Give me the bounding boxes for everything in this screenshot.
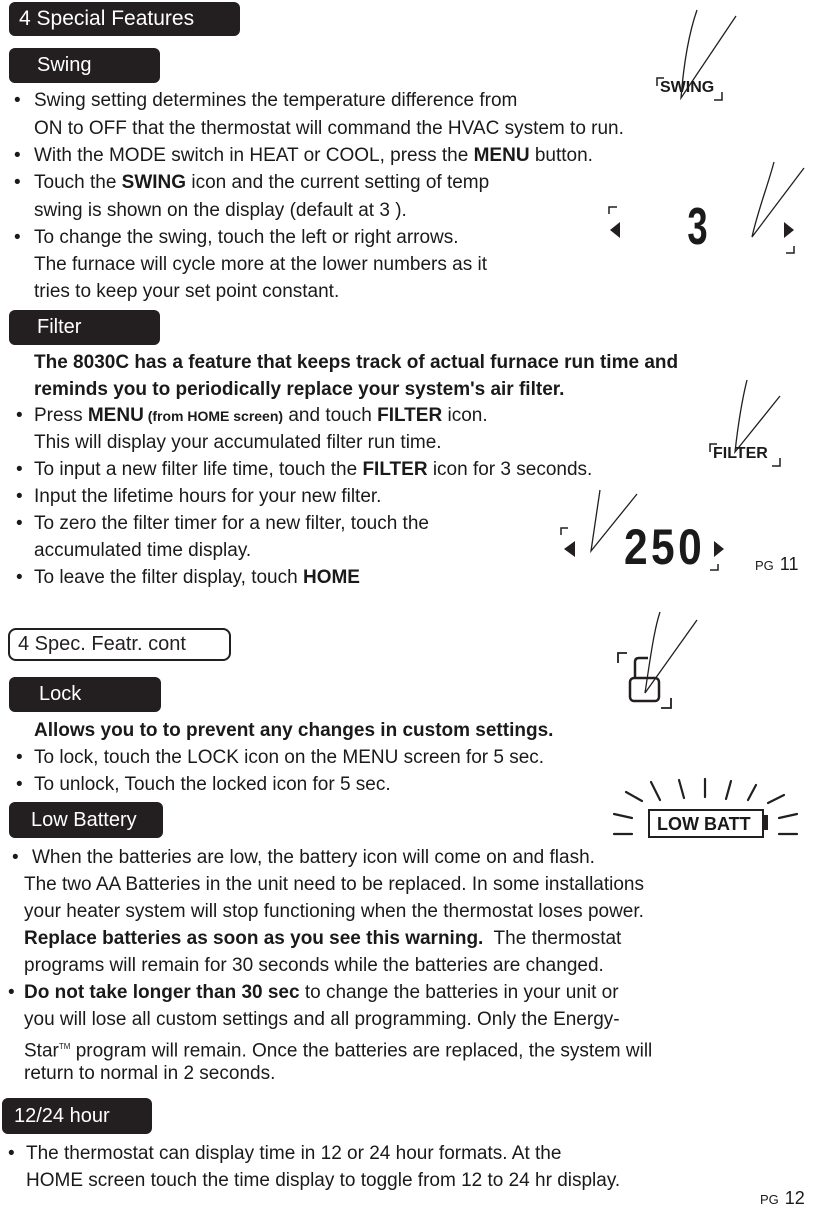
low-batt-line-3: your heater system will stop functioning…: [24, 901, 644, 922]
bullet: •: [14, 145, 21, 166]
swing-line-6: To change the swing, touch the left or r…: [34, 227, 459, 248]
text: The thermostat: [483, 928, 622, 949]
left-arrow-icon: [564, 541, 575, 557]
bullet: •: [16, 513, 23, 534]
bullet: •: [16, 774, 23, 795]
text: To leave the filter display, touch: [34, 567, 303, 588]
bullet: •: [12, 847, 19, 868]
bullet: •: [14, 172, 21, 193]
filter-line-3: To input a new filter life time, touch t…: [34, 457, 592, 483]
filter-title: Filter: [9, 310, 160, 345]
filter-intro-1: The 8030C has a feature that keeps track…: [34, 352, 679, 373]
bullet: •: [16, 747, 23, 768]
filter-line-5: To zero the filter timer for a new filte…: [34, 513, 429, 534]
filter-line-4: Input the lifetime hours for your new fi…: [34, 486, 382, 507]
hour-format-line-1: The thermostat can display time in 12 or…: [26, 1143, 562, 1164]
filter-line-1: Press MENU (from HOME screen) and touch …: [34, 403, 488, 429]
lock-line-1: To lock, touch the LOCK icon on the MENU…: [34, 747, 545, 768]
swing-line-4: Touch the SWING icon and the current set…: [34, 170, 489, 196]
swing-line-3: With the MODE switch in HEAT or COOL, pr…: [34, 143, 593, 169]
bullet: •: [16, 459, 23, 480]
left-arrow-icon: [610, 222, 620, 238]
menu-keyword: MENU: [473, 145, 530, 166]
finger-pointer-icon: [751, 161, 805, 238]
section-header-special-features: 4 Special Features: [9, 2, 240, 36]
swing-line-5: swing is shown on the display (default a…: [34, 200, 407, 221]
text: To input a new filter life time, touch t…: [34, 459, 363, 480]
swing-keyword: SWING: [121, 172, 187, 193]
bullet: •: [14, 90, 21, 111]
filter-keyword: FILTER: [362, 459, 428, 480]
battery-terminal: [764, 815, 768, 830]
filter-line-2: This will display your accumulated filte…: [34, 432, 442, 453]
page-label: PG: [755, 558, 774, 573]
text: icon for 3 seconds.: [427, 459, 593, 480]
bullet: •: [14, 227, 21, 248]
filter-intro-2: reminds you to periodically replace your…: [34, 379, 565, 400]
finger-pointer-icon: [644, 611, 698, 694]
text: Press: [34, 405, 88, 426]
text: button.: [529, 145, 593, 166]
text: icon.: [442, 405, 488, 426]
swing-icon: SWING: [654, 74, 724, 104]
from-home-note: (from HOME screen): [143, 408, 284, 424]
swing-line-7: The furnace will cycle more at the lower…: [34, 254, 488, 275]
low-batt-line-9: return to normal in 2 seconds.: [24, 1063, 276, 1084]
trademark-symbol: TM: [58, 1042, 71, 1051]
low-batt-line-6: Do not take longer than 30 sec to change…: [24, 980, 619, 1006]
text: Star: [24, 1040, 59, 1062]
filter-line-7: To leave the filter display, touch HOME: [34, 565, 360, 591]
filter-icon: FILTER: [708, 440, 783, 470]
filter-icon-label: FILTER: [713, 445, 768, 462]
lock-line-2: To unlock, Touch the locked icon for 5 s…: [34, 774, 391, 795]
hour-format-line-2: HOME screen touch the time display to to…: [26, 1170, 621, 1191]
page-number: 12: [784, 1188, 805, 1208]
bullet: •: [16, 405, 23, 426]
text: Touch the: [34, 172, 122, 193]
text: With the MODE switch in HEAT or COOL, pr…: [34, 145, 474, 166]
right-arrow-icon: [714, 541, 724, 557]
filter-keyword: FILTER: [377, 405, 443, 426]
bullet: •: [8, 982, 15, 1003]
page-label: PG: [760, 1192, 779, 1207]
bullet: •: [16, 567, 23, 588]
section-header-spec-featr-cont: 4 Spec. Featr. cont: [8, 628, 231, 661]
text: program will remain. Once the batteries …: [70, 1040, 653, 1062]
low-batt-rays: [612, 777, 799, 836]
low-batt-line-1: When the batteries are low, the battery …: [32, 847, 595, 868]
lock-title: Lock: [9, 677, 161, 712]
lock-intro: Allows you to to prevent any changes in …: [34, 720, 554, 741]
text: and touch: [283, 405, 378, 426]
swing-line-2: ON to OFF that the thermostat will comma…: [34, 118, 624, 139]
page-number: 11: [779, 554, 799, 574]
low-batt-line-8: StarTM program will remain. Once the bat…: [24, 1034, 652, 1064]
low-batt-label: LOW BATT: [657, 814, 751, 834]
hour-format-title: 12/24 hour: [2, 1098, 152, 1134]
low-batt-line-5: programs will remain for 30 seconds whil…: [24, 955, 604, 976]
filter-line-6: accumulated time display.: [34, 540, 252, 561]
text: to change the batteries in your unit or: [299, 982, 619, 1003]
low-batt-line-2: The two AA Batteries in the unit need to…: [24, 874, 644, 895]
swing-value-display[interactable]: 3: [687, 200, 707, 254]
warning-text: Do not take longer than 30 sec: [24, 982, 300, 1003]
swing-line-8: tries to keep your set point constant.: [34, 281, 340, 302]
home-keyword: HOME: [302, 567, 360, 588]
warning-text: Replace batteries as soon as you see thi…: [24, 928, 484, 949]
low-batt-line-4: Replace batteries as soon as you see thi…: [24, 926, 621, 952]
bullet: •: [16, 486, 23, 507]
swing-title: Swing: [9, 48, 160, 83]
filter-value-display[interactable]: 250: [624, 520, 705, 574]
low-battery-title: Low Battery: [9, 802, 163, 838]
text: icon and the current setting of temp: [186, 172, 490, 193]
low-batt-icon: LOW BATT: [648, 809, 764, 838]
page-number-12: PG 12: [760, 1188, 805, 1209]
page-number-11: PG 11: [755, 554, 798, 575]
menu-keyword: MENU: [87, 405, 144, 426]
bullet: •: [8, 1143, 15, 1164]
low-batt-line-7: you will lose all custom settings and al…: [24, 1009, 620, 1030]
right-arrow-icon: [784, 222, 794, 238]
swing-line-1: Swing setting determines the temperature…: [34, 90, 518, 111]
